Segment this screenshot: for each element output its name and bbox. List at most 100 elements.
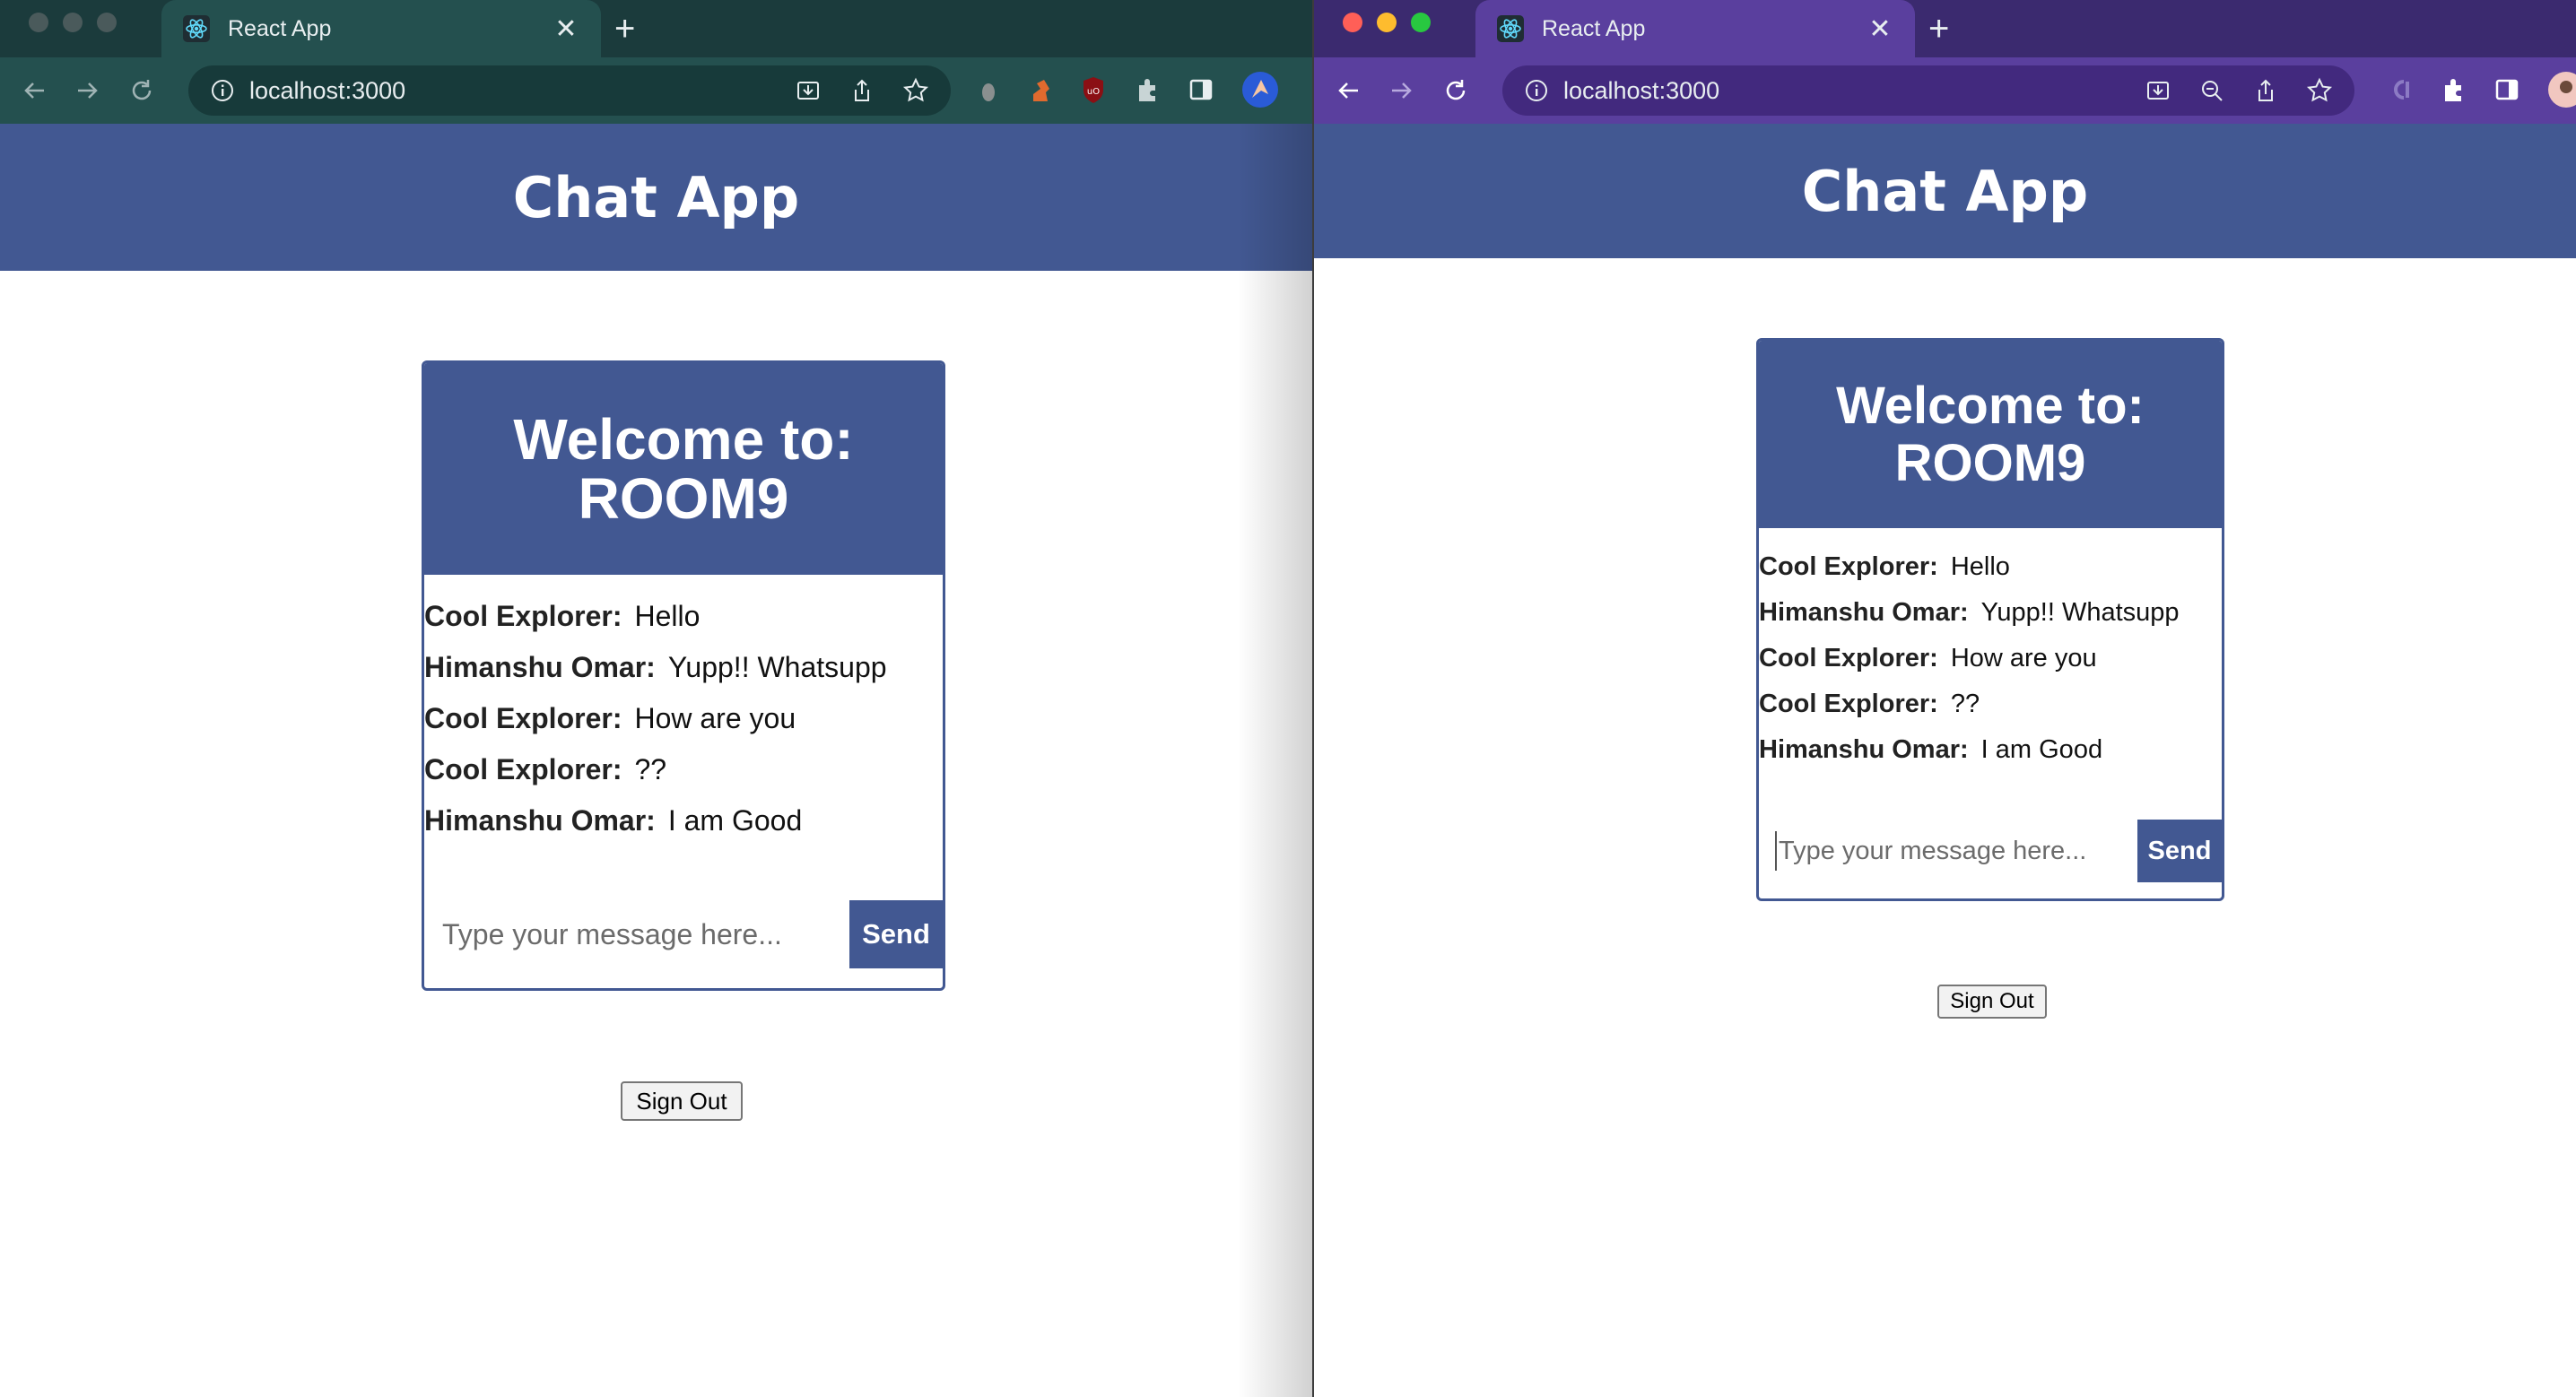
- star-icon[interactable]: [902, 77, 929, 104]
- svg-text:uO: uO: [1087, 87, 1100, 97]
- window-controls: [29, 13, 117, 32]
- puzzle-extensions-icon[interactable]: [1134, 76, 1161, 103]
- message-text: ??: [1950, 690, 1980, 718]
- app-title: Chat App: [512, 164, 800, 230]
- welcome-text: Welcome to:: [513, 407, 854, 472]
- message-item: Cool Explorer: How are you: [424, 693, 943, 744]
- message-author: Himanshu Omar:: [1759, 598, 1969, 627]
- window-controls: [1343, 13, 1431, 32]
- tab-title: React App: [228, 15, 332, 41]
- browser-window-left: React App ✕ + localhost:3000 uO Chat App…: [0, 0, 1312, 1397]
- message-composer: Send: [424, 900, 943, 968]
- message-item: Cool Explorer:??: [424, 744, 943, 795]
- profile-avatar[interactable]: [1241, 71, 1279, 108]
- react-favicon: [183, 15, 210, 42]
- message-text: How are you: [634, 702, 796, 734]
- message-author: Cool Explorer:: [1759, 552, 1938, 581]
- tab-strip: React App ✕ +: [0, 0, 1312, 57]
- profile-avatar[interactable]: [2547, 71, 2576, 108]
- install-icon[interactable]: [795, 77, 822, 104]
- extension-icons: uO: [978, 71, 1279, 108]
- new-tab-button[interactable]: +: [614, 9, 635, 48]
- zoom-window-button[interactable]: [1411, 13, 1431, 32]
- star-icon[interactable]: [2306, 77, 2333, 104]
- send-button[interactable]: Send: [849, 900, 943, 968]
- message-item: Himanshu Omar: I am Good: [424, 795, 943, 846]
- install-icon[interactable]: [2145, 77, 2171, 104]
- message-text: I am Good: [667, 804, 803, 837]
- extension-c-icon[interactable]: [2386, 74, 2413, 105]
- extension-knight-icon[interactable]: [1026, 74, 1053, 105]
- app-header: Chat App: [1314, 124, 2576, 258]
- url-text: localhost:3000: [249, 76, 406, 104]
- message-list: Cool Explorer: Hello Himanshu Omar: Yupp!!…: [424, 575, 943, 846]
- tab-react-app[interactable]: React App ✕: [161, 0, 601, 57]
- message-item: Himanshu Omar: I am Good: [1759, 727, 2222, 773]
- message-item: Himanshu Omar: Yupp!! Whatsupp: [424, 642, 943, 693]
- message-item: Cool Explorer: Hello: [424, 591, 943, 642]
- sign-out-button[interactable]: Sign Out: [621, 1081, 743, 1121]
- react-favicon: [1497, 15, 1524, 42]
- message-text: I am Good: [1980, 735, 2103, 764]
- room-welcome-banner: Welcome to: ROOM9: [424, 363, 943, 575]
- page-content: Chat App Welcome to: ROOM9 Cool Explorer…: [1314, 124, 2576, 1397]
- reload-icon[interactable]: [1436, 71, 1475, 110]
- message-item: Himanshu Omar: Yupp!! Whatsupp: [1759, 590, 2222, 636]
- message-author: Himanshu Omar:: [1759, 735, 1969, 764]
- share-icon[interactable]: [849, 77, 875, 104]
- sidepanel-icon[interactable]: [1188, 76, 1214, 103]
- message-author: Cool Explorer:: [424, 753, 622, 785]
- new-tab-button[interactable]: +: [1928, 9, 1949, 48]
- close-window-button[interactable]: [29, 13, 48, 32]
- message-text: How are you: [1950, 644, 2097, 672]
- ublock-icon[interactable]: uO: [1080, 74, 1107, 105]
- address-bar[interactable]: localhost:3000: [188, 65, 951, 116]
- tab-strip: React App ✕ +: [1314, 0, 2576, 57]
- zoom-icon[interactable]: [2198, 77, 2225, 104]
- extension-icons: [2386, 71, 2576, 108]
- browser-window-right: React App ✕ + localhost:3000 Chat App We…: [1314, 0, 2576, 1397]
- sign-out-button[interactable]: Sign Out: [1937, 985, 2047, 1019]
- info-icon[interactable]: [1524, 78, 1549, 103]
- message-text: Hello: [634, 600, 701, 632]
- extension-dim-icon[interactable]: [978, 74, 999, 105]
- back-arrow-icon[interactable]: [1328, 71, 1368, 110]
- message-item: Cool Explorer: How are you: [1759, 636, 2222, 681]
- message-list: Cool Explorer: Hello Himanshu Omar: Yupp!!…: [1759, 528, 2222, 773]
- puzzle-extensions-icon[interactable]: [2440, 76, 2467, 103]
- room-name: ROOM9: [1894, 433, 2086, 492]
- info-icon[interactable]: [210, 78, 235, 103]
- forward-arrow-icon[interactable]: [68, 71, 108, 110]
- message-input[interactable]: [1775, 831, 2137, 871]
- tab-close-icon[interactable]: ✕: [553, 13, 579, 45]
- window-edge-shadow: [1238, 124, 1312, 1397]
- back-arrow-icon[interactable]: [14, 71, 54, 110]
- message-author: Himanshu Omar:: [424, 804, 656, 837]
- browser-toolbar: localhost:3000: [1314, 57, 2576, 124]
- message-item: Cool Explorer: Hello: [1759, 544, 2222, 590]
- message-author: Cool Explorer:: [1759, 690, 1938, 718]
- page-content: Chat App Welcome to: ROOM9 Cool Explorer…: [0, 124, 1312, 1397]
- message-author: Himanshu Omar:: [424, 651, 656, 683]
- tab-react-app[interactable]: React App ✕: [1475, 0, 1915, 57]
- app-header: Chat App: [0, 124, 1312, 271]
- sidepanel-icon[interactable]: [2493, 76, 2520, 103]
- minimize-window-button[interactable]: [63, 13, 83, 32]
- message-input[interactable]: [424, 900, 849, 968]
- reload-icon[interactable]: [122, 71, 161, 110]
- address-bar[interactable]: localhost:3000: [1502, 65, 2354, 116]
- minimize-window-button[interactable]: [1377, 13, 1397, 32]
- chat-room-card: Welcome to: ROOM9 Cool Explorer: Hello Hi…: [422, 360, 945, 991]
- send-button[interactable]: Send: [2137, 820, 2222, 882]
- forward-arrow-icon[interactable]: [1382, 71, 1422, 110]
- close-window-button[interactable]: [1343, 13, 1362, 32]
- message-author: Cool Explorer:: [424, 600, 622, 632]
- zoom-window-button[interactable]: [97, 13, 117, 32]
- message-composer: Send: [1759, 820, 2222, 882]
- share-icon[interactable]: [2252, 77, 2279, 104]
- message-text: Yupp!! Whatsupp: [1980, 598, 2180, 627]
- message-text: Hello: [1950, 552, 2010, 581]
- tab-title: React App: [1542, 15, 1646, 41]
- message-item: Cool Explorer:??: [1759, 681, 2222, 727]
- tab-close-icon[interactable]: ✕: [1867, 13, 1893, 45]
